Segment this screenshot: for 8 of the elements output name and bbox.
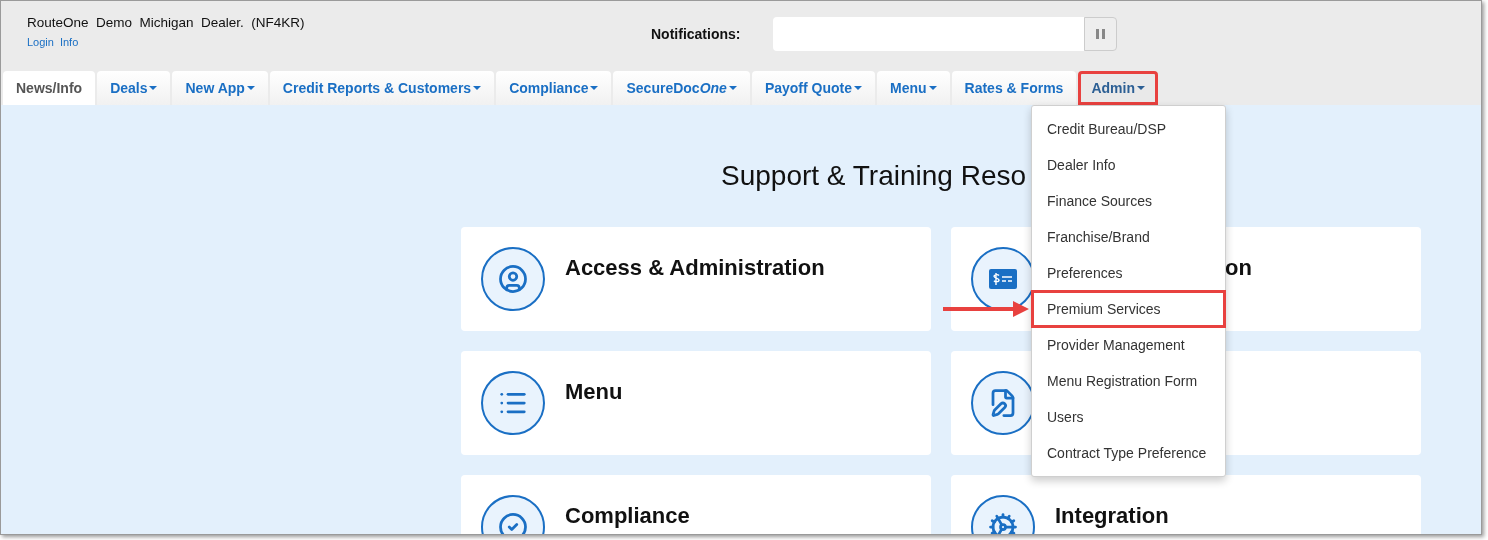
card-title: Access & Administration bbox=[565, 255, 825, 281]
page-title: Support & Training Reso bbox=[721, 160, 1027, 191]
notifications-label: Notifications: bbox=[651, 24, 742, 44]
card-title: Integration bbox=[1055, 503, 1169, 529]
card-title: on bbox=[1225, 255, 1252, 281]
dealer-name: RouteOne Demo Michigan Dealer. (NF4KR) bbox=[27, 14, 306, 32]
card-title: Compliance bbox=[565, 503, 690, 529]
card-title: Menu bbox=[565, 379, 623, 405]
